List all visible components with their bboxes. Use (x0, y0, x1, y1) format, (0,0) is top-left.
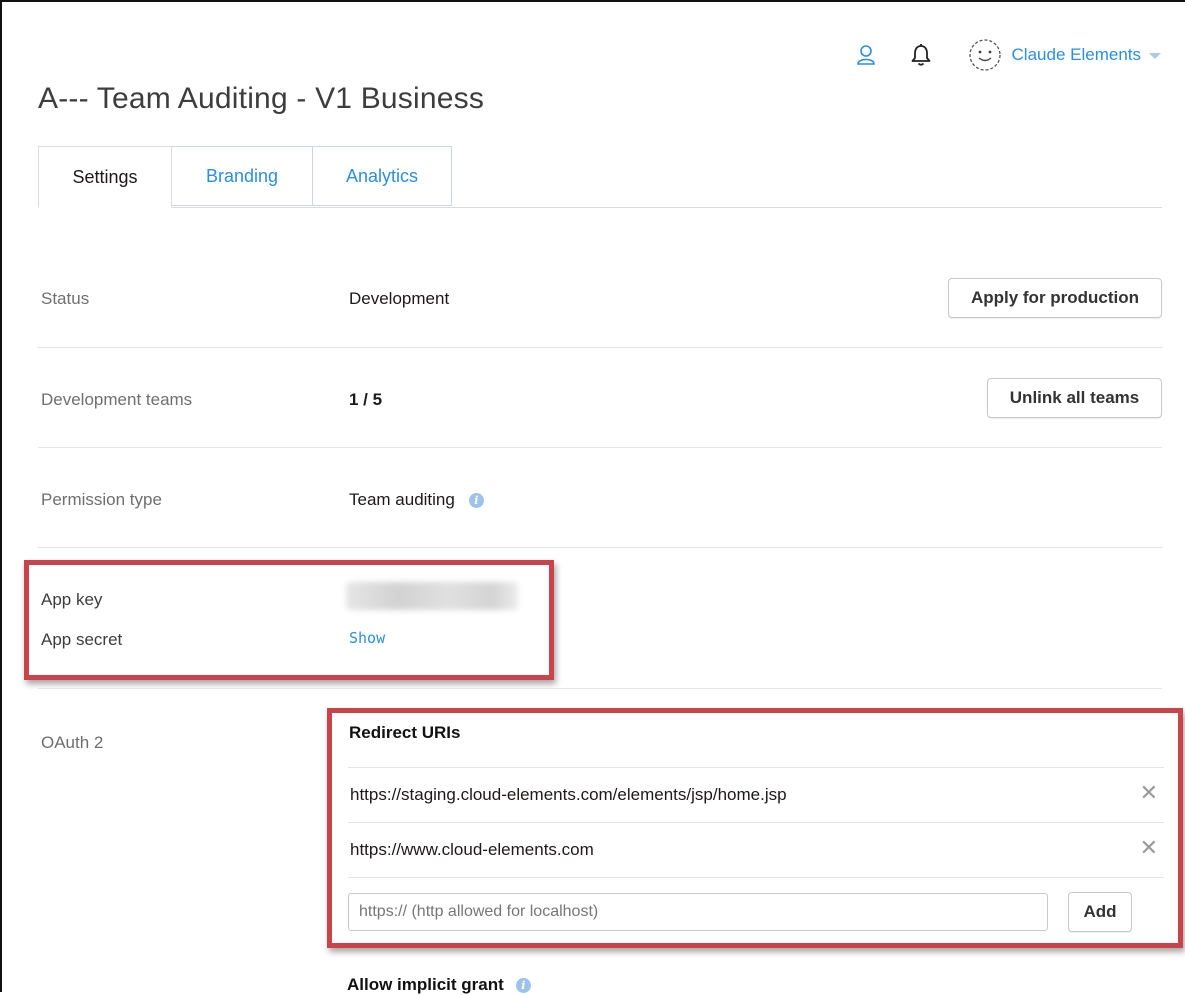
dev-teams-label: Development teams (41, 390, 193, 409)
highlight-box-app-credentials (24, 560, 554, 680)
redirect-uri-text: https://www.cloud-elements.com (350, 840, 594, 859)
divider (38, 547, 1162, 548)
app-key-label: App key (41, 590, 103, 609)
divider (38, 447, 1162, 448)
caret-down-icon[interactable] (1149, 53, 1161, 59)
permission-type-label: Permission type (41, 490, 162, 509)
show-secret-link[interactable]: Show (349, 629, 385, 647)
person-icon[interactable] (856, 44, 876, 66)
status-value: Development (349, 289, 450, 308)
redirect-uris-title: Redirect URIs (349, 723, 461, 742)
dev-teams-value: 1 / 5 (349, 390, 383, 409)
window-top-border (0, 0, 1185, 2)
divider (38, 688, 1162, 689)
user-menu-name[interactable]: Claude Elements (1012, 45, 1141, 65)
redirect-uri-row: https://staging.cloud-elements.com/eleme… (348, 767, 1164, 822)
tab-bar: Settings Branding Analytics (38, 146, 1162, 208)
remove-uri-close-icon[interactable]: ✕ (1140, 780, 1158, 806)
unlink-all-teams-button[interactable]: Unlink all teams (987, 378, 1162, 418)
bell-icon[interactable] (910, 43, 932, 67)
avatar-smiley-icon[interactable] (968, 38, 1002, 72)
permission-type-value: Team auditing (349, 490, 455, 509)
divider (38, 347, 1162, 348)
window-left-border (0, 0, 2, 992)
tab-branding[interactable]: Branding (171, 146, 313, 206)
info-icon[interactable]: i (515, 977, 531, 993)
tab-settings[interactable]: Settings (38, 146, 172, 208)
redirect-uri-input[interactable] (348, 893, 1048, 931)
add-uri-button[interactable]: Add (1068, 892, 1132, 932)
remove-uri-close-icon[interactable]: ✕ (1140, 835, 1158, 861)
status-label: Status (41, 289, 90, 308)
header-toolbar: Claude Elements (856, 38, 1161, 72)
redirect-uri-row: https://www.cloud-elements.com ✕ (348, 822, 1164, 877)
app-key-value-redacted (346, 582, 518, 610)
implicit-grant-group: Allow implicit grant i (347, 975, 531, 995)
page-title: A--- Team Auditing - V1 Business (38, 82, 485, 115)
implicit-grant-label: Allow implicit grant (347, 975, 504, 994)
app-secret-label: App secret (41, 630, 123, 649)
apply-for-production-button[interactable]: Apply for production (948, 278, 1162, 318)
redirect-uri-text: https://staging.cloud-elements.com/eleme… (350, 785, 787, 804)
info-icon[interactable]: i (468, 492, 484, 508)
oauth2-label: OAuth 2 (41, 733, 104, 752)
tab-analytics[interactable]: Analytics (312, 146, 452, 206)
redirect-uri-divider (348, 877, 1164, 879)
permission-type-value-group: Team auditing i (349, 490, 484, 510)
tab-bar-underline (38, 207, 1162, 208)
